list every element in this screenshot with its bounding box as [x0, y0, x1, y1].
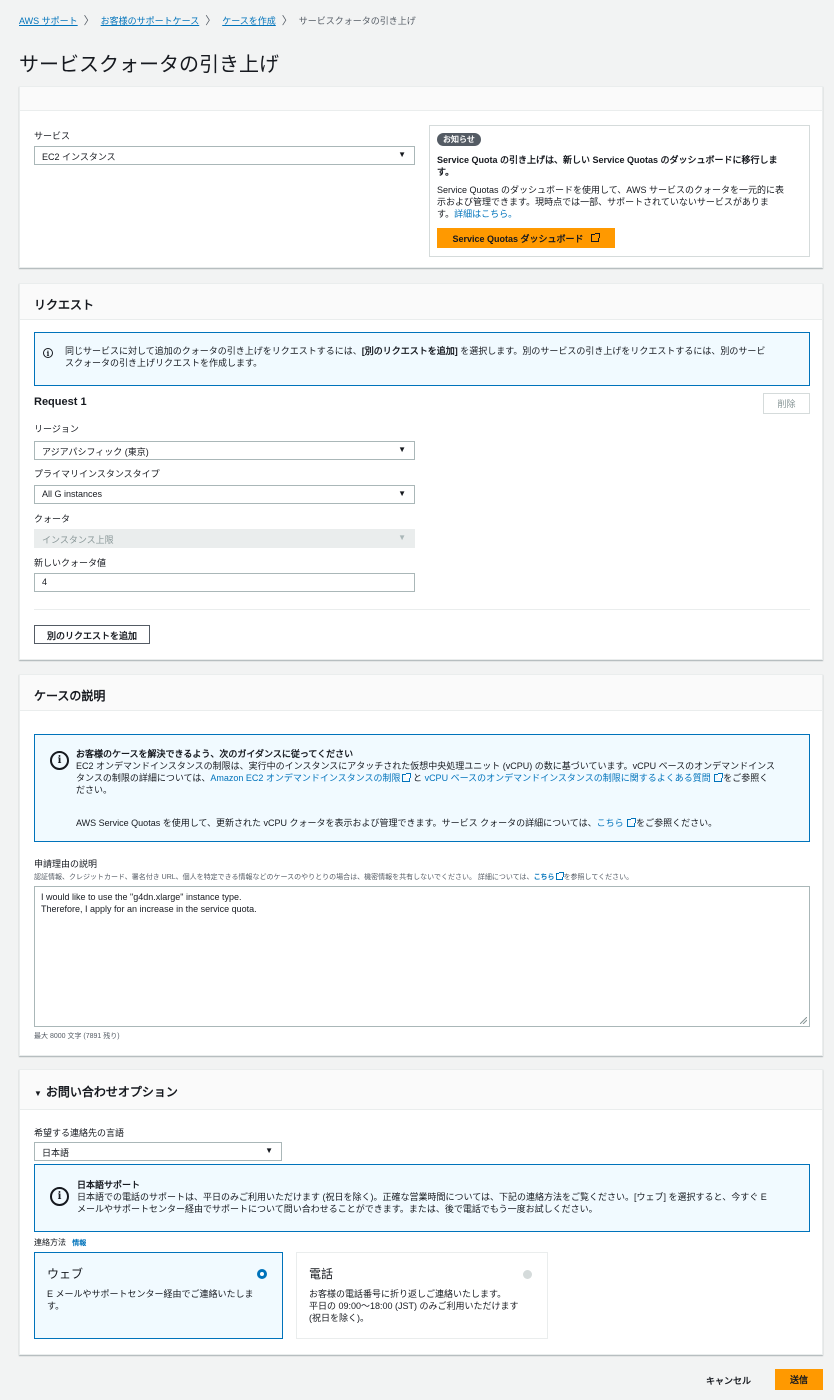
caret-down-icon: ▼ — [265, 1146, 273, 1155]
chevron-right-icon: 〉 — [205, 15, 217, 27]
description-line: I would like to use the "g4dn.xlarge" in… — [41, 892, 242, 902]
external-link-icon — [590, 233, 600, 242]
notice-box: お知らせ Service Quota の引き上げは、新しい Service Qu… — [429, 125, 810, 257]
breadcrumb: AWS サポート 〉 お客様のサポートケース 〉 ケースを作成 〉 サービスクォ… — [19, 12, 416, 28]
region-select[interactable]: アジアパシフィック (東京) ▼ — [34, 441, 415, 460]
language-label: 希望する連絡先の言語 — [34, 1128, 125, 1138]
contact-options-title: お問い合わせオプション — [45, 1085, 178, 1099]
service-select-value: EC2 インスタンス — [42, 152, 116, 162]
external-link-icon — [555, 872, 564, 880]
guidance-info-box: i お客様のケースを解決できるよう、次のガイダンスに従ってください EC2 オン… — [34, 734, 810, 842]
divider — [34, 609, 810, 610]
service-quotas-note: AWS Service Quotas を使用して、更新された vCPU クォータ… — [76, 818, 718, 828]
caret-down-icon: ▼ — [398, 533, 406, 542]
instance-type-label: プライマリインスタンスタイプ — [34, 469, 160, 479]
web-option-description: E メールやサポートセンター経由でご連絡いたしま す。 — [47, 1289, 254, 1311]
request-panel: リクエスト i 同じサービスに対して追加のクォータの引き上げをリクエストするには… — [19, 283, 823, 660]
description-label: 申請理由の説明 — [34, 859, 98, 869]
info-icon: i — [50, 1187, 69, 1206]
quota-select-value: インスタンス上限 — [42, 535, 114, 545]
request-info-box: i 同じサービスに対して追加のクォータの引き上げをリクエストするには、[別のリク… — [34, 332, 810, 386]
service-quotas-details-link[interactable]: こちら — [597, 818, 624, 828]
description-line: Therefore, I apply for an increase in th… — [41, 904, 257, 914]
caret-down-icon: ▼ — [398, 445, 406, 454]
contact-method-web[interactable]: ウェブ E メールやサポートセンター経由でご連絡いたしま す。 — [34, 1252, 283, 1339]
quota-select: インスタンス上限 ▼ — [34, 529, 415, 548]
region-label: リージョン — [34, 424, 79, 434]
guidance-text: お客様のケースを解決できるよう、次のガイダンスに従ってください EC2 オンデマ… — [76, 749, 775, 795]
notice-learn-more-link[interactable]: 詳細はこちら。 — [454, 209, 517, 219]
phone-option-title: 電話 — [309, 1267, 334, 1281]
phone-option-description: お客様の電話番号に折り返しご連絡いたします。 平日の 09:00〜18:00 (… — [309, 1289, 519, 1323]
chevron-right-icon: 〉 — [83, 15, 95, 27]
request-title: Request 1 — [34, 396, 87, 408]
new-quota-label: 新しいクォータ値 — [34, 558, 107, 568]
info-icon: i — [43, 348, 53, 358]
notice-title: Service Quota の引き上げは、新しい Service Quotas … — [437, 155, 778, 177]
contact-method-info-link[interactable]: 情報 — [72, 1240, 86, 1247]
add-request-button[interactable]: 別のリクエストを追加 — [34, 625, 151, 644]
web-radio-button[interactable] — [257, 1269, 267, 1279]
phone-radio-button[interactable] — [523, 1270, 532, 1279]
cancel-button[interactable]: キャンセル — [706, 1374, 751, 1387]
external-link-icon — [714, 773, 724, 782]
service-quotas-dashboard-button[interactable]: Service Quotas ダッシュボード — [437, 228, 615, 248]
contact-options-header[interactable]: ▼ お問い合わせオプション — [20, 1070, 822, 1110]
breadcrumb-support-cases[interactable]: お客様のサポートケース — [101, 14, 200, 27]
caret-down-icon: ▼ — [34, 1089, 42, 1098]
service-panel-header — [20, 87, 822, 111]
resize-handle-icon[interactable] — [800, 1017, 807, 1024]
case-description-panel: ケースの説明 i お客様のケースを解決できるよう、次のガイダンスに従ってください… — [19, 674, 823, 1056]
contact-method-phone[interactable]: 電話 お客様の電話番号に折り返しご連絡いたします。 平日の 09:00〜18:0… — [296, 1252, 548, 1339]
service-panel: サービス EC2 インスタンス ▼ お知らせ Service Quota の引き… — [19, 86, 823, 268]
caret-down-icon: ▼ — [398, 150, 406, 159]
external-link-icon — [627, 818, 637, 827]
japanese-support-info-box: i 日本語サポート 日本語での電話のサポートは、平日のみご利用いただけます (祝… — [34, 1164, 810, 1232]
external-link-icon — [401, 773, 411, 782]
chevron-right-icon: 〉 — [281, 15, 293, 27]
breadcrumb-current: サービスクォータの引き上げ — [298, 15, 416, 26]
language-select-value: 日本語 — [42, 1148, 70, 1158]
case-panel-header: ケースの説明 — [20, 675, 822, 711]
info-icon: i — [50, 751, 69, 770]
service-select[interactable]: EC2 インスタンス ▼ — [34, 146, 415, 165]
privacy-details-link[interactable]: こちら — [534, 874, 555, 881]
breadcrumb-aws-support[interactable]: AWS サポート — [19, 14, 78, 27]
request-panel-header: リクエスト — [20, 284, 822, 320]
description-hint: 認証情報、クレジットカード、署名付き URL、個人を特定できる情報などのケースの… — [34, 872, 634, 881]
description-textarea[interactable]: I would like to use the "g4dn.xlarge" in… — [34, 886, 810, 1027]
ec2-limits-link[interactable]: Amazon EC2 オンデマンドインスタンスの制限 — [210, 773, 400, 783]
contact-method-label: 連絡方法 情報 — [34, 1238, 87, 1247]
web-option-title: ウェブ — [47, 1267, 84, 1281]
caret-down-icon: ▼ — [398, 489, 406, 498]
japanese-support-text: 日本語サポート 日本語での電話のサポートは、平日のみご利用いただけます (祝日を… — [77, 1180, 767, 1214]
delete-button[interactable]: 削除 — [763, 393, 810, 414]
new-quota-input[interactable]: 4 — [34, 573, 415, 592]
request-info-text: 同じサービスに対して追加のクォータの引き上げをリクエストするには、[別のリクエス… — [65, 346, 766, 368]
vcpu-faq-link[interactable]: vCPU ベースのオンデマンドインスタンスの制限に関するよくある質問 — [425, 773, 711, 783]
service-label: サービス — [34, 131, 71, 141]
character-count: 最大 8000 文字 (7891 残り) — [34, 1033, 120, 1040]
page-title: サービスクォータの引き上げ — [19, 54, 279, 76]
submit-button[interactable]: 送信 — [775, 1369, 823, 1390]
breadcrumb-create-case[interactable]: ケースを作成 — [222, 14, 276, 27]
contact-options-panel: ▼ お問い合わせオプション 希望する連絡先の言語 日本語 ▼ i 日本語サポート … — [19, 1069, 823, 1355]
notice-badge: お知らせ — [437, 133, 481, 146]
notice-body: Service Quotas のダッシュボードを使用して、AWS サービスのクォ… — [437, 185, 784, 219]
language-select[interactable]: 日本語 ▼ — [34, 1142, 282, 1161]
instance-type-select[interactable]: All G instances ▼ — [34, 485, 415, 504]
dashboard-button-label: Service Quotas ダッシュボード — [452, 233, 584, 244]
region-select-value: アジアパシフィック (東京) — [42, 447, 149, 457]
quota-label: クォータ — [34, 514, 71, 524]
instance-type-select-value: All G instances — [42, 489, 103, 499]
